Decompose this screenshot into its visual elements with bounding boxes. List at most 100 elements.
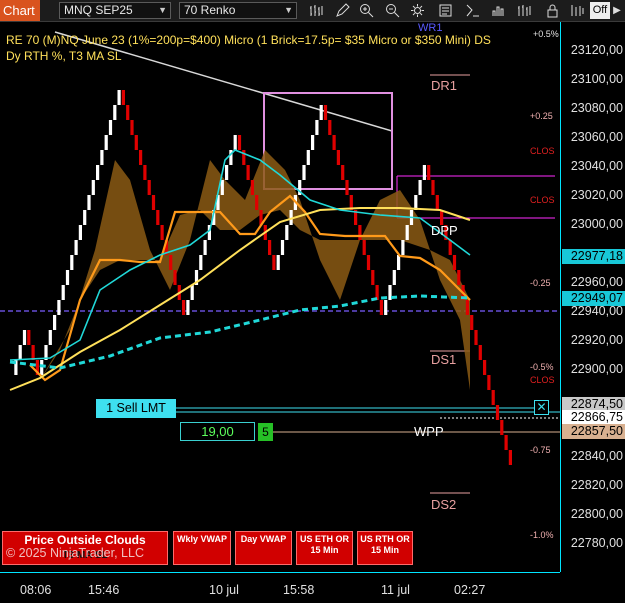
renko-brick [31,345,35,360]
us-eth-or-button[interactable]: US ETH OR 15 Min [296,531,353,565]
bar-type-selector[interactable]: 70 Renko ▼ [179,2,297,19]
renko-brick [130,120,134,135]
renko-brick [315,120,319,135]
order-entry-icon[interactable] [491,3,506,18]
renko-brick [272,255,276,270]
renko-brick [371,270,375,285]
pivot-label-dr1: DR1 [431,78,457,93]
us-eth-sublabel: 15 Min [310,545,339,555]
renko-brick [160,225,164,240]
price-tag: 22977,18 [562,249,625,264]
chevron-down-icon: ▼ [158,5,167,15]
renko-brick [452,255,457,270]
renko-brick [431,180,435,195]
renko-brick [457,270,461,285]
strategy-icon[interactable] [465,3,480,18]
renko-brick [268,240,272,255]
renko-brick [397,255,401,270]
weekly-vwap-button[interactable]: Wkly VWAP [173,531,231,565]
us-rth-or-button[interactable]: US RTH OR 15 Min [357,531,413,565]
pivot-label-ds2: DS2 [431,497,456,512]
renko-brick [401,240,405,255]
lock-icon[interactable] [545,3,560,18]
renko-brick [345,180,349,195]
zoom-out-icon[interactable] [385,3,400,18]
data-box-icon[interactable] [438,3,453,18]
price-chart-svg: DR1 DPP DS1 WPP DS2 WR1 +0.5% +0.25 CLOS… [0,22,560,540]
renko-brick [22,330,27,345]
indicator-description-2: Dy RTH %, T3 MA SL [6,49,122,63]
sell-limit-order-tag[interactable]: 1 Sell LMT [96,399,176,418]
renko-brick [491,390,495,405]
price-tick: 23100,00 [570,72,623,86]
renko-brick [392,270,396,285]
renko-brick [74,240,78,255]
pct-label: -0.75 [530,445,551,455]
chart-trader-icon[interactable] [570,3,585,18]
renko-brick [495,405,500,420]
renko-brick [405,225,409,240]
renko-brick [474,330,478,345]
renko-brick [65,270,70,285]
cancel-order-icon[interactable]: ✕ [534,400,549,415]
time-tick: 15:46 [88,583,120,597]
renko-brick [508,450,512,465]
price-tag: 22857,50 [562,424,625,439]
gear-icon[interactable] [410,3,425,18]
renko-brick [306,150,310,165]
day-vwap-button[interactable]: Day VWAP [235,531,292,565]
renko-brick [27,330,31,345]
cloud-area [40,150,470,390]
order-quantity-field[interactable]: 19,00 [180,422,255,441]
us-eth-label: US ETH OR [299,534,349,544]
order-quantity-badge[interactable]: 5 [258,423,273,441]
renko-brick [108,120,113,135]
renko-brick [246,165,250,180]
renko-brick [203,240,207,255]
renko-brick [126,105,130,120]
pct-label: -0.5% [530,362,554,372]
pivot-label-wpp: WPP [414,424,444,439]
zoom-in-icon[interactable] [359,3,374,18]
renko-brick [366,255,371,270]
renko-brick [139,150,143,165]
renko-brick [100,150,104,165]
renko-brick [156,210,160,225]
price-tick: 22960,00 [570,275,623,289]
renko-brick [225,165,229,180]
price-axis[interactable]: 23120,00 23100,00 23080,00 23060,00 2304… [560,22,625,572]
bars-icon[interactable] [309,3,324,18]
chart-trader-toggle[interactable]: Off [590,2,610,19]
chart-toolbar: Chart MNQ SEP25 ▼ 70 Renko ▼ Off ▶ [0,0,625,22]
price-tick: 22820,00 [570,478,623,492]
renko-brick [121,90,125,105]
more-options-icon[interactable]: ▶ [611,2,623,19]
renko-brick [418,180,422,195]
renko-brick [169,255,173,270]
renko-brick [323,105,328,120]
renko-brick [384,300,388,315]
tab-chart[interactable]: Chart [0,0,40,21]
renko-brick [311,135,315,150]
close-label: CLOS [530,146,555,156]
pct-label: +0.5% [533,29,559,39]
time-tick: 11 jul [381,583,410,597]
instrument-selector[interactable]: MNQ SEP25 ▼ [59,2,171,19]
close-label: CLOS [530,375,555,385]
cloud-layer [40,150,470,390]
day-vwap-label: Day VWAP [240,534,287,544]
price-tick: 22940,00 [570,304,623,318]
renko-brick [362,240,366,255]
renko-brick [220,180,224,195]
renko-brick [182,300,186,315]
indicator-description: RE 70 (M)NQ June 23 (1%=200p=$400) Micro… [6,33,491,47]
chart-panel[interactable]: DR1 DPP DS1 WPP DS2 WR1 +0.5% +0.25 CLOS… [0,22,560,572]
renko-brick [83,210,87,225]
renko-brick [478,345,482,360]
layers-icon[interactable] [517,3,532,18]
time-axis[interactable]: 08:06 15:46 10 jul 15:58 11 jul 02:27 [0,572,560,603]
renko-brick [500,420,504,435]
pencil-icon[interactable] [335,3,350,18]
pct-label: -1.0% [530,530,554,540]
renko-brick [190,285,194,300]
